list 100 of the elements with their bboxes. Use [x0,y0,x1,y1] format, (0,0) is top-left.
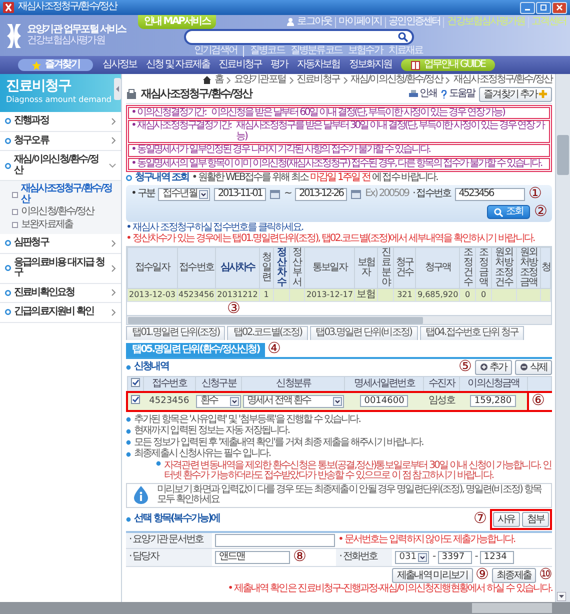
column-header: 진료분야 [378,247,394,288]
menu-item[interactable]: 진료비확인요청 [0,284,121,303]
manager-field[interactable]: 앤드맨 [215,550,290,564]
phone-field[interactable]: 1234 [480,550,514,564]
section-title: 선택 항목(복수가능)에 [134,514,221,524]
document-number-field[interactable] [215,534,335,546]
search-icon [398,32,408,42]
checkbox[interactable] [130,378,140,386]
menu-item[interactable]: 심판청구 [0,234,121,254]
table-cell[interactable]: 4523456 [177,288,216,302]
submit-note: • 제출내역 확인은 진료비청구-진행과정-재심/이의신청진행현황에서 하실 수 있습니다. [226,584,552,594]
breadcrumb-link[interactable]: 재심/이의신청/환수/정산 [350,75,442,86]
preview-button[interactable]: 제출내역 미리보기 [392,568,473,582]
chevron-icon [226,76,231,84]
horizontal-scrollbar[interactable] [127,315,551,324]
add-button[interactable]: 추가 [474,360,512,374]
final-submit-button[interactable]: 최종제출 [492,568,536,582]
field-label: • 구분 [131,188,154,200]
info-icon [133,486,149,504]
bullet-icon [126,440,131,446]
table-row[interactable]: 2013-12-03 4523456 20131212 1 2013-12-17 보험 321 9,685,920 0 0 [128,288,550,302]
warning-text: 자격관련 변동내역을 제외한 환수신청은 통보(공결,정산)통보일로부터 30일 이내 신청이 가능합니다. 인터넷 환수가 가능하더라도 접수받았다가 반송할 수 있으므로 이 점 참고하시기 바랍니다. [164,460,552,482]
notice-label: • 이의신청결정기간: [131,108,206,118]
search-field[interactable] [184,29,414,45]
column-header: 명세서일련번호 [344,376,424,392]
amount-field[interactable]: 159,280 [470,394,516,407]
search-type-select[interactable]: 접수년월 [158,188,210,200]
field-label: · 담당자 [126,548,212,566]
range-separator: ~ [284,188,291,200]
nav-item[interactable]: 자동차보험 [296,60,340,70]
column-header: 보험자 [354,247,378,288]
column-header: 통보일자 [304,247,354,288]
breadcrumb-link[interactable]: 요양기관포털 [234,75,286,86]
notice-text: 재심사조정청구를 받은 날부터 30일 이내 결정(단, 부득이한 사정이 있는 경우 연장 가능) [236,121,546,142]
submenu-item[interactable]: 보완자료제출 [0,218,121,231]
receipt-number-field[interactable]: 4523456 [454,188,525,200]
bullet-icon [126,175,132,182]
collapse-handle-icon[interactable] [114,78,121,100]
minimize-button[interactable] [520,2,535,14]
chevron-icon [111,264,116,272]
square-bullet-icon [12,192,18,198]
breadcrumb-link[interactable]: 진료비청구 [296,75,340,86]
chevron-icon [111,308,116,316]
menu-item[interactable]: 긴급의료지원비 확인 [0,303,121,322]
delete-button[interactable]: 삭제 [514,360,552,374]
nav-item[interactable]: 정보화지원 [348,60,392,70]
bullet-icon [5,240,11,246]
phone-field[interactable]: 3397 [438,550,472,564]
printer-icon [408,90,418,98]
close-button[interactable] [552,2,567,14]
step-number: ⑩ [539,568,552,582]
column-header: 접수일자 [128,247,177,288]
add-favorite-button[interactable]: 즐겨찾기 추가 [478,86,552,102]
help-link[interactable]: 도움말 [440,88,475,100]
request-category-select[interactable]: 명세서 전액 환수 [242,394,344,408]
scroll-thumb[interactable] [557,135,569,175]
tab[interactable]: 탭01.명일련 단위(조정) [126,326,226,340]
nav-item[interactable]: 평가 [270,60,288,70]
submenu-item[interactable]: 이의신청/환수/정산 [0,206,121,218]
statement-number-field[interactable]: 0014600 [360,394,408,407]
page-title: 재심사조정청구/환수/정산 [141,88,254,100]
date-to-field[interactable]: 2013-12-26 [295,188,348,200]
menu-item[interactable]: 청구오류 [0,132,121,151]
note-text: 현재까지 입력된 정보는 자동 저장됩니다. [134,426,290,436]
tab[interactable]: 탭02.코드별(조정) [227,326,308,340]
nav-item[interactable]: 진료비청구 [218,60,262,70]
field-label: · 전화번호 [336,548,392,566]
bullet-icon [126,417,131,422]
menu-item[interactable]: 진행과정 [0,112,121,132]
submenu-item[interactable]: 재심사조정청구/환수/정산 [0,183,121,206]
attach-button[interactable]: 첨부 [522,512,549,526]
notice-text: • 동일명세서가 일부인정된 경우 나머지 기각된 사항의 접수가 불가할 수 있습니다. [131,145,430,156]
menu-item[interactable]: 응급의료비용 대지급 청구 [0,254,121,284]
home-icon [203,76,212,84]
area-code-select[interactable]: 031 [395,550,430,564]
column-header: 청일련 [259,247,274,288]
step-number: ② [534,204,547,220]
breadcrumb-link[interactable]: 재심사조정청구/환수/정산 [453,75,552,86]
tab[interactable]: 탭03.명일련 단위(비조정) [310,326,418,340]
chevron-icon [342,76,348,84]
column-header: 정산차수 [273,247,290,288]
nav-item[interactable]: 심사정보 [102,60,137,70]
caret-icon [230,396,239,406]
maximize-button[interactable] [536,2,551,14]
phone-separator: - [432,552,435,562]
request-type-select[interactable]: 환수 [196,394,241,408]
star-icon [32,60,41,70]
logo-subtitle: 건강보험심사평가원 [27,36,106,46]
breadcrumb-link[interactable]: 홈 [214,75,223,86]
table-cell: 2013-12-17 [304,288,354,302]
table-cell: 20131212 [216,288,260,302]
checkbox[interactable] [131,394,140,404]
date-from-field[interactable]: 2013-11-01 [214,188,266,200]
scroll-down-icon[interactable] [557,592,566,601]
tab[interactable]: 탭04.접수번호 단위 청구 [420,326,524,340]
nav-item[interactable]: 신청 및 자료제출 [146,60,210,70]
logo-title: 요양기관 업무포털 서비스 [27,25,126,36]
print-link[interactable]: 인쇄 [408,88,437,100]
bullet-icon [5,309,11,316]
attach-button[interactable]: 사유 [492,512,520,526]
